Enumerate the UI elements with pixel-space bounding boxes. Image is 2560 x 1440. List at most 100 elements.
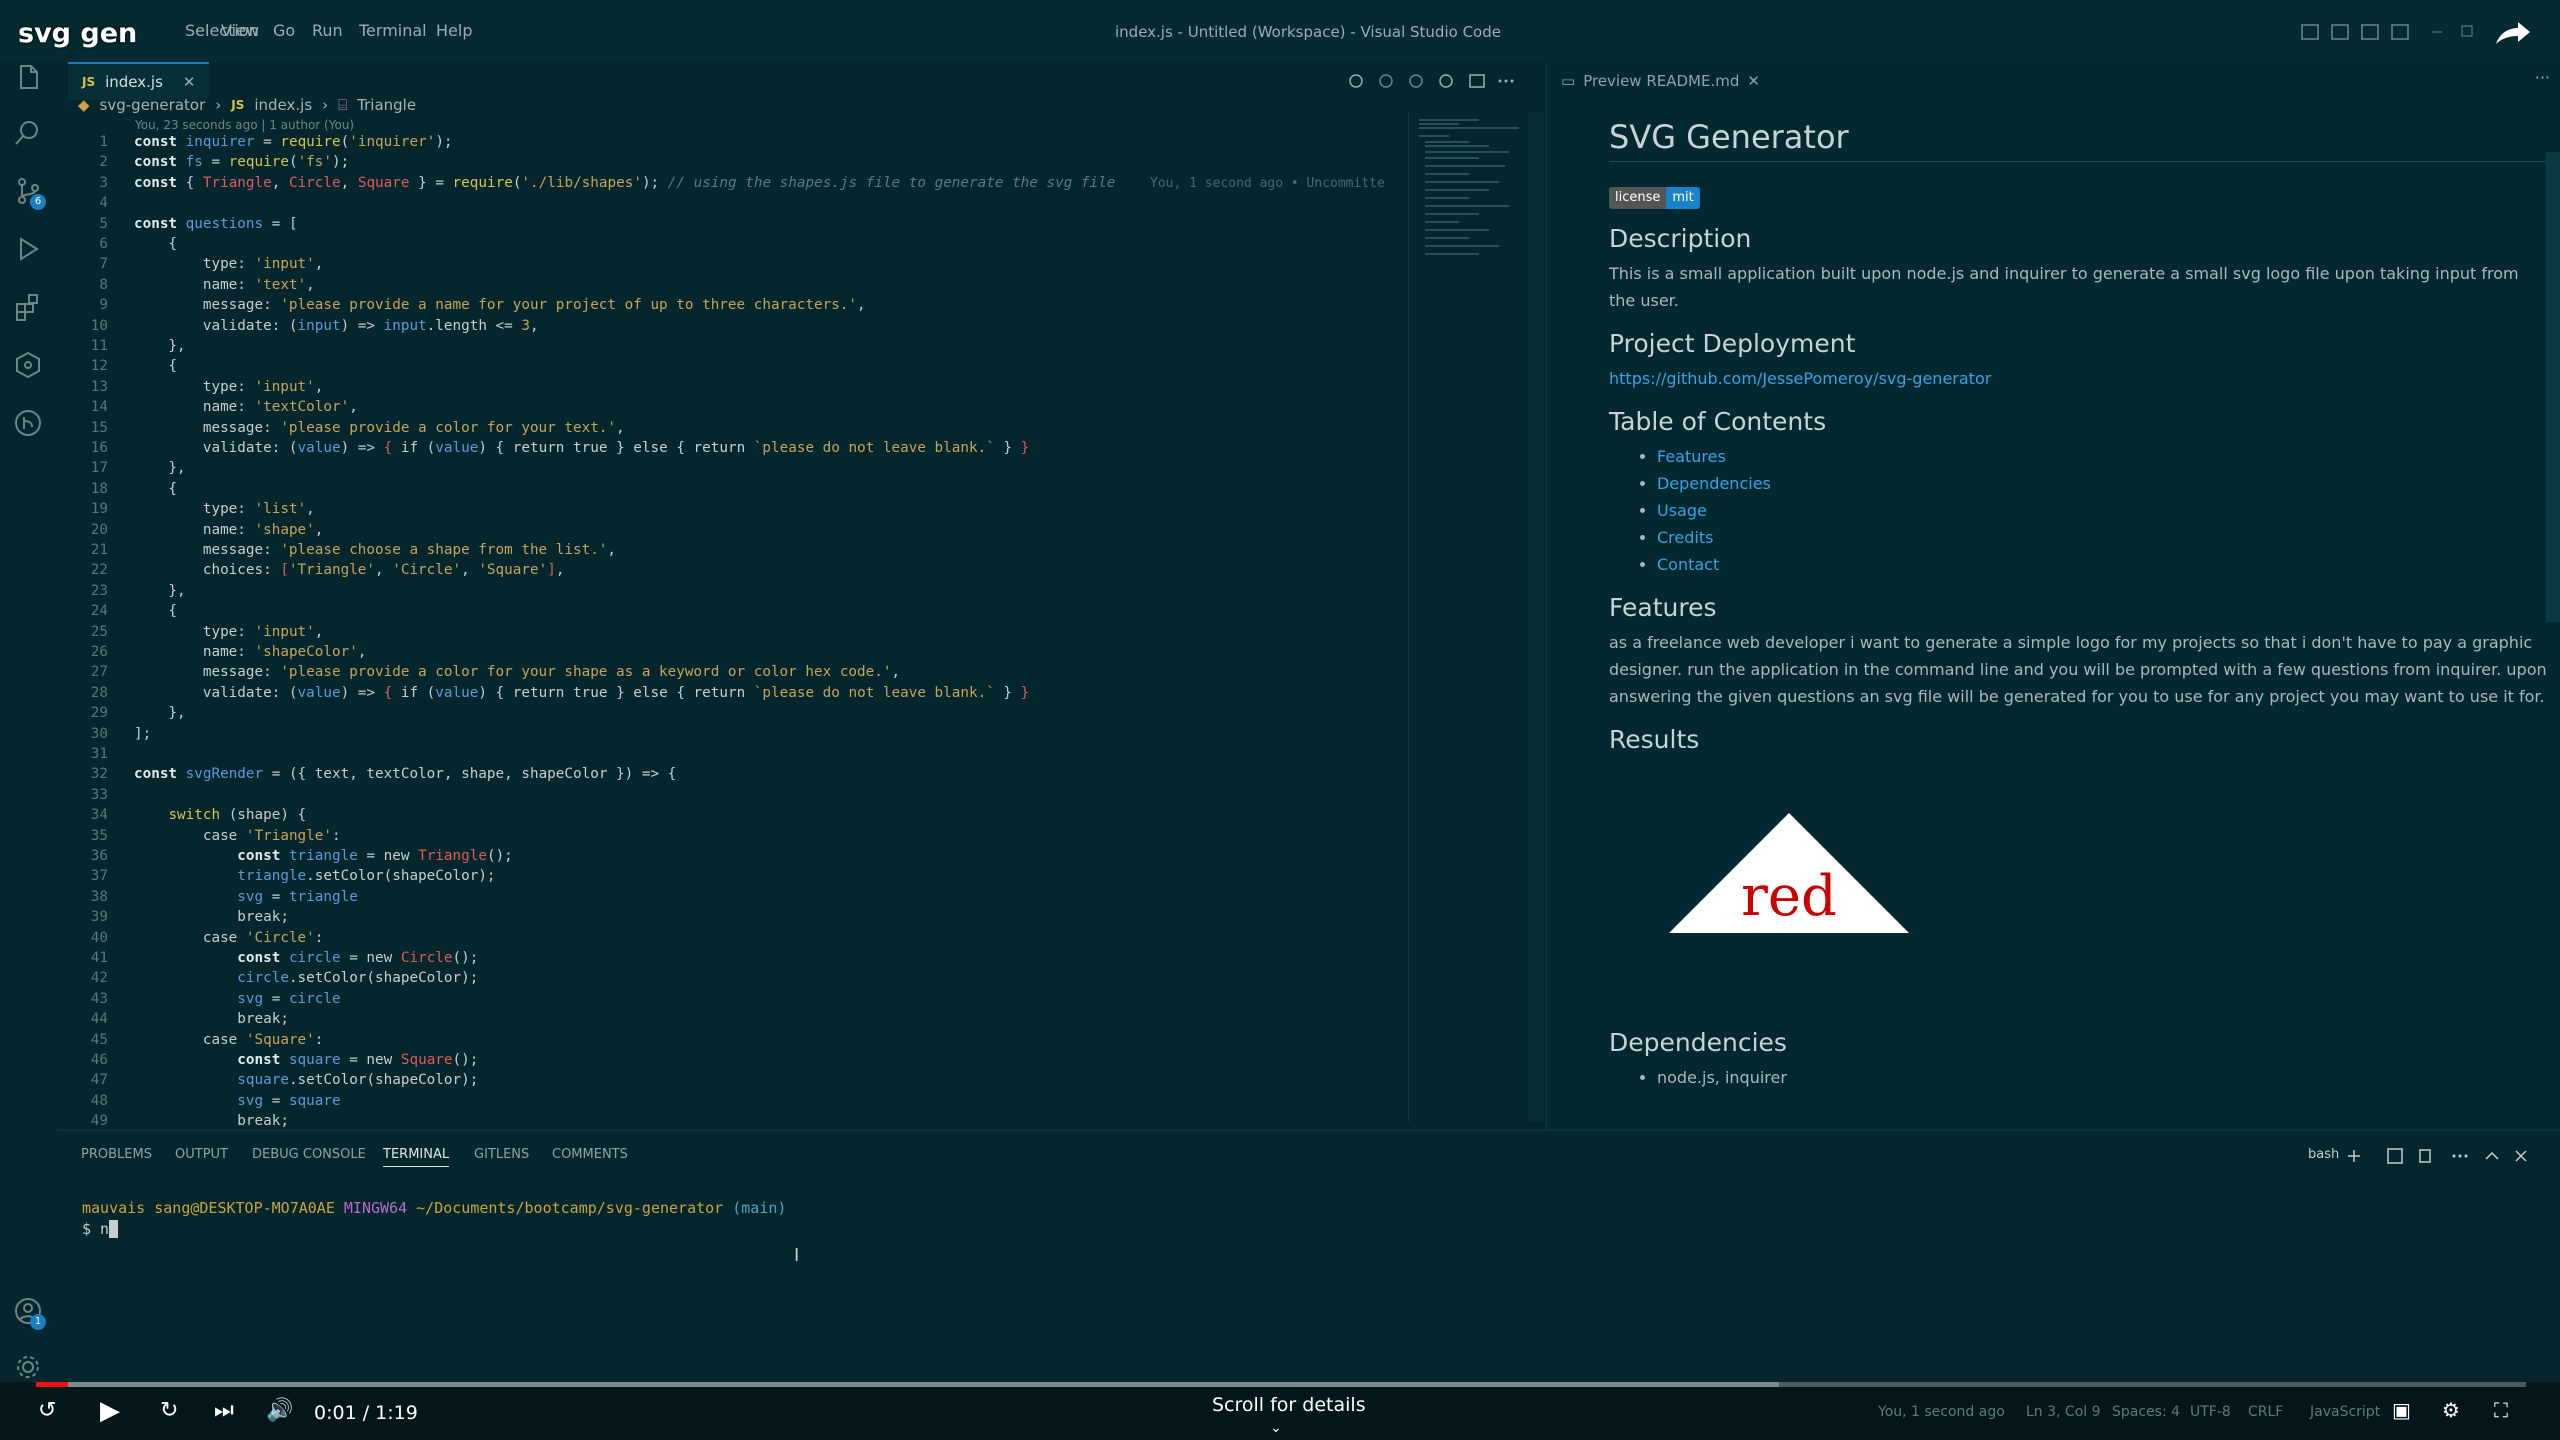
code-line[interactable]: }, [134,460,185,476]
status-indentation[interactable]: Spaces: 4 [2112,1404,2180,1420]
code-line[interactable]: case 'Circle': [134,930,324,946]
close-icon[interactable]: ✕ [183,73,196,91]
code-line[interactable]: ]; [134,726,151,742]
code-line[interactable]: const svgRender = ({ text, textColor, sh… [134,766,676,782]
code-line[interactable]: circle.setColor(shapeColor); [134,970,478,986]
settings-gear-icon[interactable] [12,1352,44,1384]
tab-output[interactable]: OUTPUT [175,1147,228,1162]
menu-go[interactable]: Go [273,21,295,40]
menu-help[interactable]: Help [436,21,472,40]
terminal-shell-selector[interactable]: bash [2308,1147,2339,1162]
code-line[interactable]: triangle.setColor(shapeColor); [134,868,495,884]
accounts-icon[interactable]: 1 [12,1296,46,1330]
code-line[interactable]: const circle = new Circle(); [134,950,478,966]
code-line[interactable]: type: 'input', [134,624,324,640]
code-line[interactable]: switch (shape) { [134,807,306,823]
code-line[interactable]: const triangle = new Triangle(); [134,848,513,864]
code-line[interactable]: const inquirer = require('inquirer'); [134,134,453,150]
deployment-link[interactable]: https://github.com/JessePomeroy/svg-gene… [1609,369,1991,388]
editor-scrollbar[interactable] [1528,112,1544,1122]
fullscreen-exit-icon[interactable]: ⛶ [2494,1398,2508,1422]
menu-terminal[interactable]: Terminal [359,21,427,40]
code-editor[interactable]: 1 const inquirer = require('inquirer'); 2 c… [58,134,1408,1130]
explorer-icon[interactable] [12,62,44,94]
code-line[interactable]: type: 'input', [134,379,324,395]
code-line[interactable]: validate: (input) => input.length <= 3, [134,318,539,334]
status-language[interactable]: JavaScript [2310,1404,2380,1420]
code-line[interactable]: name: 'textColor', [134,399,358,415]
menu-run[interactable]: Run [312,21,343,40]
code-line[interactable]: name: 'shape', [134,522,324,538]
code-line[interactable]: name: 'text', [134,277,315,293]
code-line[interactable]: break; [134,1011,289,1027]
editor-actions-icon[interactable] [1348,72,1528,90]
search-icon[interactable] [12,118,44,150]
layout-controls-icon[interactable] [2300,23,2490,41]
source-control-icon[interactable]: 6 [12,176,46,210]
scroll-hint[interactable]: Scroll for details [1212,1394,1366,1416]
minimap[interactable] [1408,112,1528,1122]
run-debug-icon[interactable] [12,234,44,266]
chevron-down-icon[interactable]: ⌄ [1270,1420,1282,1436]
code-line[interactable]: }, [134,583,185,599]
code-line[interactable]: message: 'please provide a name for your… [134,297,866,313]
menu-view[interactable]: View [221,21,259,40]
tab-comments[interactable]: COMMENTS [552,1147,628,1162]
toc-link-contact[interactable]: Contact [1657,555,1719,574]
code-line[interactable]: }, [134,705,185,721]
toc-link-features[interactable]: Features [1657,447,1726,466]
code-line[interactable]: const fs = require('fs'); [134,154,349,170]
code-line[interactable]: { [134,358,177,374]
volume-icon[interactable]: 🔊 [266,1398,293,1423]
code-line[interactable]: const { Triangle, Circle, Square } = req… [134,175,1115,191]
code-line[interactable]: square.setColor(shapeColor); [134,1072,478,1088]
breadcrumb-file[interactable]: index.js [254,96,312,114]
code-line[interactable]: svg = square [134,1093,340,1109]
code-line[interactable]: validate: (value) => { if (value) { retu… [134,440,1029,456]
code-line[interactable]: choices: ['Triangle', 'Circle', 'Square'… [134,562,565,578]
remote-explorer-icon[interactable] [12,350,44,382]
code-line[interactable]: type: 'list', [134,501,315,517]
breadcrumb-folder[interactable]: svg-generator [100,96,206,114]
code-line[interactable]: const square = new Square(); [134,1052,478,1068]
code-line[interactable]: message: 'please choose a shape from the… [134,542,616,558]
status-blame[interactable]: You, 1 second ago [1878,1404,2005,1420]
code-line[interactable]: validate: (value) => { if (value) { retu… [134,685,1029,701]
settings-gear-icon[interactable]: ⚙ [2442,1398,2460,1422]
tab-debug-console[interactable]: DEBUG CONSOLE [252,1147,366,1162]
more-actions-icon[interactable]: ··· [2535,68,2550,87]
play-icon[interactable]: ▶ [100,1396,120,1426]
code-line[interactable]: break; [134,1113,289,1129]
code-line[interactable]: case 'Square': [134,1032,324,1048]
forward-10-icon[interactable]: ↻ [160,1398,178,1423]
status-eol[interactable]: CRLF [2248,1404,2283,1420]
tab-index-js[interactable]: JS index.js ✕ [68,62,210,100]
tab-preview-readme[interactable]: ▭ Preview README.md ✕ [1561,62,1760,100]
terminal-input-line[interactable]: $ n [82,1220,119,1238]
preview-scrollbar[interactable] [2546,152,2560,622]
close-icon[interactable]: ✕ [1747,72,1760,90]
terminal-actions-icon[interactable] [2348,1147,2538,1165]
code-line[interactable]: { [134,603,177,619]
code-line[interactable]: type: 'input', [134,256,324,272]
code-line[interactable]: svg = triangle [134,889,358,905]
toc-link-usage[interactable]: Usage [1657,501,1707,520]
code-line[interactable]: name: 'shapeColor', [134,644,367,660]
code-line[interactable]: svg = circle [134,991,340,1007]
code-line[interactable]: break; [134,909,289,925]
next-icon[interactable]: ⏭ [214,1398,234,1423]
code-line[interactable]: case 'Triangle': [134,828,341,844]
captions-icon[interactable]: ▣ [2392,1398,2411,1422]
tab-gitlens[interactable]: GITLENS [474,1147,529,1162]
tab-problems[interactable]: PROBLEMS [81,1147,152,1162]
status-cursor-position[interactable]: Ln 3, Col 9 [2026,1404,2101,1420]
gitlens-icon[interactable] [12,408,44,440]
tab-terminal[interactable]: TERMINAL [383,1147,450,1167]
video-progress-bar[interactable] [36,1382,2526,1387]
rewind-10-icon[interactable]: ↺ [38,1398,56,1423]
code-line[interactable]: }, [134,338,185,354]
share-icon[interactable] [2492,18,2532,48]
code-line[interactable]: message: 'please provide a color for you… [134,420,625,436]
toc-link-credits[interactable]: Credits [1657,528,1713,547]
code-line[interactable]: message: 'please provide a color for you… [134,664,900,680]
